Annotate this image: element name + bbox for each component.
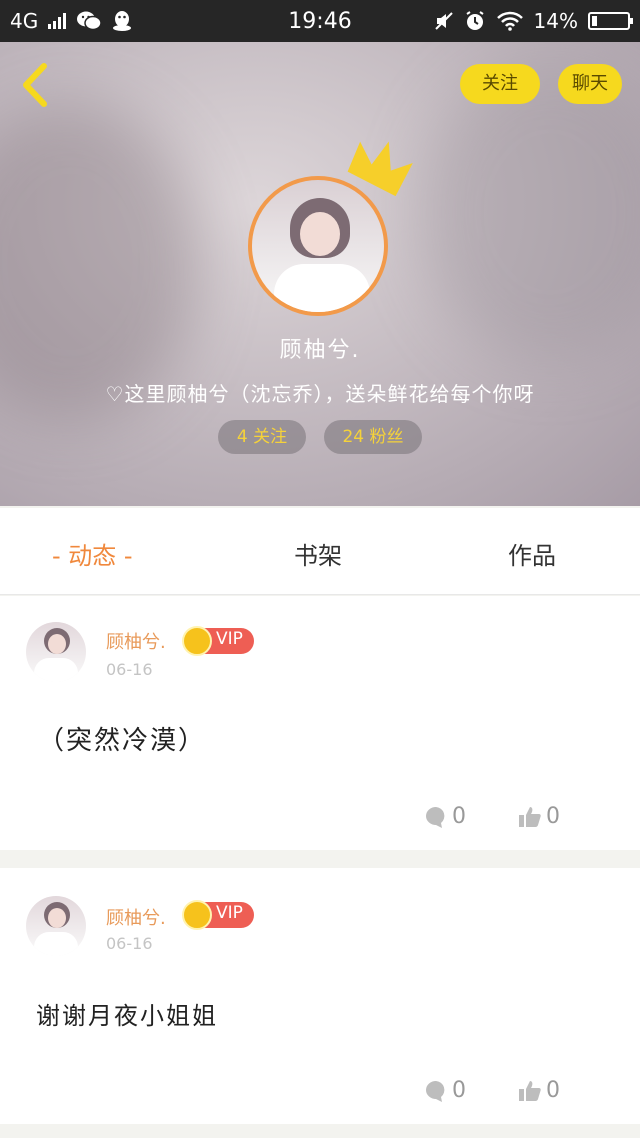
tab-dynamics[interactable]: - 动态 - — [52, 536, 133, 571]
follow-button[interactable]: 关注 — [460, 64, 540, 104]
comment-icon — [426, 1080, 445, 1102]
post-author[interactable]: 顾柚兮. — [106, 904, 166, 930]
fans-count[interactable]: 24 粉丝 — [324, 420, 422, 454]
wechat-icon — [77, 11, 102, 31]
comment-count: 0 — [452, 804, 466, 829]
author-avatar[interactable] — [26, 622, 86, 682]
comment-button[interactable]: 0 — [424, 1078, 466, 1103]
qq-icon — [113, 11, 132, 31]
status-bar: 4G 19:46 14% — [0, 0, 640, 42]
thumbs-up-icon — [519, 1080, 541, 1101]
crown-coin-icon — [182, 900, 212, 930]
post-text: 谢谢月夜小姐姐 — [36, 1002, 218, 1030]
chat-button[interactable]: 聊天 — [558, 64, 622, 104]
profile-signature: ♡这里顾柚兮（沈忘乔），送朵鲜花给每个你呀 — [105, 382, 535, 406]
like-count: 0 — [546, 1078, 560, 1103]
mute-icon — [434, 12, 453, 30]
back-arrow-icon[interactable] — [14, 60, 58, 110]
post-date: 06-16 — [106, 934, 153, 953]
following-count[interactable]: 4 关注 — [218, 420, 306, 454]
profile-username: 顾柚兮. — [279, 338, 361, 363]
vip-badge: VIP — [182, 626, 254, 656]
like-button[interactable]: 0 — [518, 804, 560, 829]
alarm-icon — [465, 11, 484, 30]
post-date: 06-16 — [106, 660, 153, 679]
battery-percent: 14% — [533, 9, 578, 33]
thumbs-up-icon — [519, 806, 541, 827]
profile-header: 关注 聊天 顾柚兮. ♡这里顾柚兮（沈忘乔），送朵鲜花给每个你呀 4 关注 24… — [0, 42, 640, 506]
vip-badge: VIP — [182, 900, 254, 930]
post-card: 顾柚兮. VIP 06-16 （突然冷漠） 0 0 — [0, 596, 640, 850]
post-card: 顾柚兮. VIP 06-16 谢谢月夜小姐姐 0 0 — [0, 868, 640, 1124]
tab-bookshelf[interactable]: 书架 — [294, 536, 342, 571]
comment-count: 0 — [452, 1078, 466, 1103]
like-button[interactable]: 0 — [518, 1078, 560, 1103]
crown-coin-icon — [182, 626, 212, 656]
comment-button[interactable]: 0 — [424, 804, 466, 829]
network-type: 4G — [10, 9, 39, 33]
comment-icon — [426, 806, 445, 828]
post-text: （突然冷漠） — [38, 726, 207, 756]
author-avatar[interactable] — [26, 896, 86, 956]
profile-avatar[interactable] — [248, 176, 388, 316]
tab-works[interactable]: 作品 — [508, 536, 556, 571]
wifi-icon — [496, 11, 523, 31]
post-author[interactable]: 顾柚兮. — [106, 628, 166, 654]
like-count: 0 — [546, 804, 560, 829]
battery-icon — [588, 12, 633, 30]
signal-icon — [48, 13, 67, 29]
profile-tabs: - 动态 - 书架 作品 — [0, 508, 640, 595]
